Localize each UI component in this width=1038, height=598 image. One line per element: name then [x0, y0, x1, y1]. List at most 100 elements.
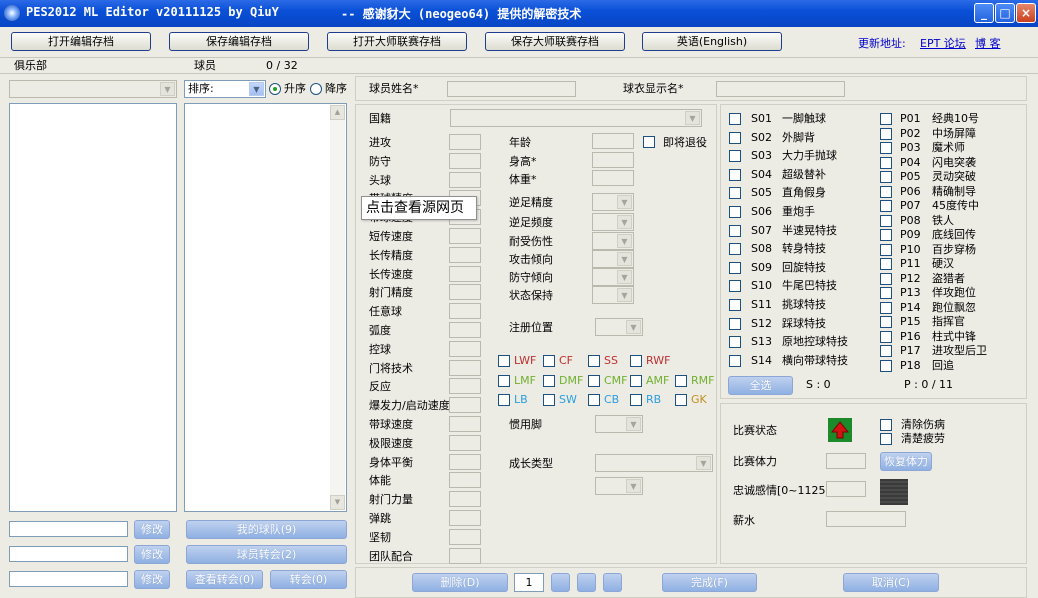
skill-s-checkbox[interactable] — [729, 225, 741, 237]
scroll-down-icon[interactable]: ▼ — [330, 495, 345, 510]
skill-p-checkbox[interactable] — [880, 287, 892, 299]
page-input[interactable]: 1 — [514, 573, 544, 592]
growth-subtype-select[interactable]: ▼ — [595, 477, 643, 495]
injury-tolerance-select[interactable]: ▼ — [592, 232, 634, 250]
growth-type-select[interactable]: ▼ — [595, 454, 713, 472]
last-page-button[interactable] — [603, 573, 622, 592]
open-ml-save-button[interactable]: 打开大师联赛存档 — [327, 32, 467, 51]
maximize-button[interactable]: □ — [995, 3, 1015, 23]
blog-link[interactable]: 博 客 — [975, 37, 1001, 51]
position-checkbox[interactable] — [588, 394, 600, 406]
position-checkbox[interactable] — [630, 375, 642, 387]
sort-select[interactable]: 排序: ▼ — [184, 80, 266, 98]
skill-p-checkbox[interactable] — [880, 345, 892, 357]
position-checkbox[interactable] — [498, 355, 510, 367]
skill-p-checkbox[interactable] — [880, 200, 892, 212]
height-input[interactable] — [592, 152, 634, 168]
club-name-input[interactable] — [9, 521, 128, 537]
attribute-input[interactable] — [449, 491, 481, 507]
club-short-input[interactable] — [9, 546, 128, 562]
skill-s-checkbox[interactable] — [729, 318, 741, 330]
attribute-input[interactable] — [449, 454, 481, 470]
position-checkbox[interactable] — [543, 375, 555, 387]
attribute-input[interactable] — [449, 472, 481, 488]
skill-p-checkbox[interactable] — [880, 142, 892, 154]
close-button[interactable]: × — [1016, 3, 1036, 23]
attribute-input[interactable] — [449, 247, 481, 263]
skill-p-checkbox[interactable] — [880, 186, 892, 198]
defend-tendency-select[interactable]: ▼ — [592, 268, 634, 286]
minimize-button[interactable]: _ — [974, 3, 994, 23]
club-list[interactable] — [9, 103, 177, 512]
cancel-transfer-button[interactable]: 转会(0) — [270, 570, 347, 589]
select-all-skills-button[interactable]: 全选 — [728, 376, 793, 395]
salary-input[interactable] — [826, 511, 906, 527]
position-checkbox[interactable] — [630, 355, 642, 367]
restore-stamina-button[interactable]: 恢复体力 — [880, 452, 932, 471]
attribute-input[interactable] — [449, 378, 481, 394]
attribute-input[interactable] — [449, 397, 481, 413]
skill-s-checkbox[interactable] — [729, 206, 741, 218]
position-checkbox[interactable] — [543, 394, 555, 406]
skill-s-checkbox[interactable] — [729, 150, 741, 162]
position-checkbox[interactable] — [498, 394, 510, 406]
attribute-input[interactable] — [449, 322, 481, 338]
my-team-button[interactable]: 我的球队(9) — [186, 520, 347, 539]
skill-p-checkbox[interactable] — [880, 244, 892, 256]
form-select[interactable]: ▼ — [592, 286, 634, 304]
skill-p-checkbox[interactable] — [880, 128, 892, 140]
skill-s-checkbox[interactable] — [729, 113, 741, 125]
skill-p-checkbox[interactable] — [880, 171, 892, 183]
skill-s-checkbox[interactable] — [729, 336, 741, 348]
skill-s-checkbox[interactable] — [729, 169, 741, 181]
attribute-input[interactable] — [449, 341, 481, 357]
skill-p-checkbox[interactable] — [880, 360, 892, 372]
skill-p-checkbox[interactable] — [880, 302, 892, 314]
sort-desc-radio[interactable] — [310, 83, 322, 95]
skill-p-checkbox[interactable] — [880, 273, 892, 285]
attribute-input[interactable] — [449, 303, 481, 319]
foot-select[interactable]: ▼ — [595, 415, 643, 433]
player-list-scrollbar[interactable]: ▲ ▼ — [330, 105, 345, 510]
age-input[interactable] — [592, 133, 634, 149]
skill-p-checkbox[interactable] — [880, 258, 892, 270]
player-name-input[interactable] — [447, 81, 576, 97]
prev-page-button[interactable] — [551, 573, 570, 592]
weight-input[interactable] — [592, 170, 634, 186]
skill-s-checkbox[interactable] — [729, 280, 741, 292]
save-edit-save-button[interactable]: 保存编辑存档 — [169, 32, 309, 51]
save-ml-save-button[interactable]: 保存大师联赛存档 — [485, 32, 625, 51]
forum-link[interactable]: EPT 论坛 — [920, 37, 966, 51]
skill-p-checkbox[interactable] — [880, 331, 892, 343]
position-checkbox[interactable] — [630, 394, 642, 406]
club-abbr-input[interactable] — [9, 571, 128, 587]
registered-position-select[interactable]: ▼ — [595, 318, 643, 336]
skill-p-checkbox[interactable] — [880, 229, 892, 241]
skill-p-checkbox[interactable] — [880, 316, 892, 328]
club-select[interactable]: ▼ — [9, 80, 177, 98]
nationality-select[interactable]: ▼ — [450, 109, 702, 127]
view-transfer-button[interactable]: 查看转会(0) — [186, 570, 263, 589]
skill-s-checkbox[interactable] — [729, 187, 741, 199]
modify-button-2[interactable]: 修改 — [134, 545, 170, 564]
attribute-input[interactable] — [449, 529, 481, 545]
skill-s-checkbox[interactable] — [729, 132, 741, 144]
position-checkbox[interactable] — [588, 355, 600, 367]
attribute-input[interactable] — [449, 228, 481, 244]
weak-foot-acc-select[interactable]: ▼ — [592, 193, 634, 211]
skill-s-checkbox[interactable] — [729, 262, 741, 274]
sort-asc-radio[interactable] — [269, 83, 281, 95]
player-list[interactable]: ▲ ▼ — [184, 103, 347, 512]
condition-arrow-icon[interactable] — [828, 418, 852, 442]
attribute-input[interactable] — [449, 360, 481, 376]
clear-injury-checkbox[interactable] — [880, 419, 892, 431]
attribute-input[interactable] — [449, 266, 481, 282]
attribute-input[interactable] — [449, 172, 481, 188]
position-checkbox[interactable] — [498, 375, 510, 387]
open-edit-save-button[interactable]: 打开编辑存档 — [11, 32, 151, 51]
player-transfer-button[interactable]: 球员转会(2) — [186, 545, 347, 564]
shirt-name-input[interactable] — [716, 81, 845, 97]
complete-button[interactable]: 完成(F) — [662, 573, 757, 592]
position-checkbox[interactable] — [588, 375, 600, 387]
cancel-button[interactable]: 取消(C) — [843, 573, 939, 592]
